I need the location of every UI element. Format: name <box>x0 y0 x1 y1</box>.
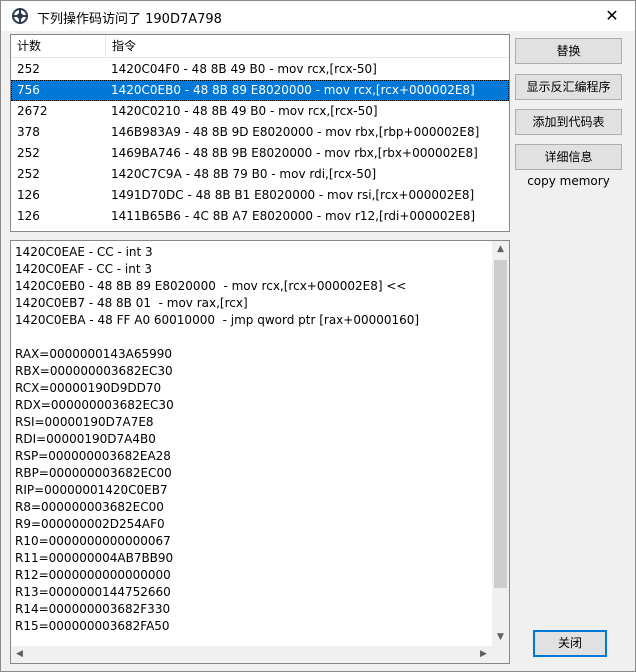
detail-line <box>15 329 419 346</box>
detail-line: R11=000000004AB7BB90 <box>15 551 174 565</box>
list-header: 计数 指令 <box>11 35 509 58</box>
app-icon <box>12 8 28 24</box>
detail-line: R14=000000003682F330 <box>15 602 171 616</box>
scroll-left-icon[interactable]: ◀ <box>11 646 28 663</box>
close-icon[interactable]: ✕ <box>589 1 635 31</box>
detail-line: RAX=0000000143A65990 <box>15 347 173 361</box>
title-bar: 下列操作码访问了 190D7A798 ✕ <box>1 1 635 31</box>
row-instruction: 1420C0EB0 - 48 8B 89 E8020000 - mov rcx,… <box>111 83 475 97</box>
row-count: 126 <box>17 188 40 202</box>
show-disassembler-button[interactable]: 显示反汇编程序 <box>515 74 622 100</box>
detail-line: 1420C0EB0 - 48 8B 89 E8020000 - mov rcx,… <box>15 279 407 293</box>
row-instruction: 1469BA746 - 48 8B 9B E8020000 - mov rbx,… <box>111 146 478 160</box>
row-count: 252 <box>17 62 40 76</box>
detail-line: RSP=000000003682EA28 <box>15 449 171 463</box>
close-button[interactable]: 关闭 <box>533 630 607 657</box>
detail-line: RIP=00000001420C0EB7 <box>15 483 168 497</box>
row-count: 126 <box>17 209 40 223</box>
row-instruction: 146B983A9 - 48 8B 9D E8020000 - mov rbx,… <box>111 125 480 139</box>
detail-line: R10=0000000000000067 <box>15 534 171 548</box>
row-count: 756 <box>17 83 40 97</box>
row-count: 252 <box>17 146 40 160</box>
detail-line: RBX=000000003682EC30 <box>15 364 173 378</box>
row-count: 252 <box>17 167 40 181</box>
scroll-thumb[interactable] <box>494 260 507 588</box>
scrollbar-corner <box>492 646 509 663</box>
scroll-right-icon[interactable]: ▶ <box>475 646 492 663</box>
detail-line: R9=000000002D254AF0 <box>15 517 165 531</box>
list-row[interactable]: 252 1420C7C9A - 48 8B 79 B0 - mov rdi,[rc… <box>11 164 509 185</box>
list-row[interactable]: 378 146B983A9 - 48 8B 9D E8020000 - mov r… <box>11 122 509 143</box>
detail-line: R12=0000000000000000 <box>15 568 171 582</box>
opcode-access-window: 下列操作码访问了 190D7A798 ✕ 计数 指令 252 1420C04F0 … <box>0 0 636 672</box>
details-text-area[interactable]: 1420C0EAE - CC - int 3 1420C0EAF - CC - i… <box>10 240 510 664</box>
copy-memory-label[interactable]: copy memory <box>515 174 622 188</box>
row-instruction: 1420C7C9A - 48 8B 79 B0 - mov rdi,[rcx-5… <box>111 167 377 181</box>
detail-line: 1420C0EB7 - 48 8B 01 - mov rax,[rcx] <box>15 296 248 310</box>
detail-line: RSI=00000190D7A7E8 <box>15 415 154 429</box>
column-header-instruction[interactable]: 指令 <box>106 35 502 57</box>
list-row[interactable]: 2672 1420C0210 - 48 8B 49 B0 - mov rcx,[r… <box>11 101 509 122</box>
detail-line: R15=000000003682FA50 <box>15 619 170 633</box>
detail-line: R13=0000000144752660 <box>15 585 171 599</box>
scroll-down-icon[interactable]: ▼ <box>492 629 509 646</box>
detail-line: R8=000000003682EC00 <box>15 500 164 514</box>
list-row[interactable]: 756 1420C0EB0 - 48 8B 89 E8020000 - mov r… <box>11 80 509 101</box>
window-title: 下列操作码访问了 190D7A798 <box>37 12 222 27</box>
vertical-scrollbar[interactable]: ▲ ▼ <box>492 241 509 646</box>
more-info-button[interactable]: 详细信息 <box>515 144 622 170</box>
splitter-handle[interactable] <box>251 233 273 244</box>
row-instruction: 1491D70DC - 48 8B B1 E8020000 - mov rsi,… <box>111 188 475 202</box>
list-row[interactable]: 252 1469BA746 - 48 8B 9B E8020000 - mov r… <box>11 143 509 164</box>
replace-button[interactable]: 替换 <box>515 38 622 64</box>
list-row[interactable]: 252 1420C04F0 - 48 8B 49 B0 - mov rcx,[rc… <box>11 59 509 80</box>
instruction-list[interactable]: 计数 指令 252 1420C04F0 - 48 8B 49 B0 - mov r… <box>10 34 510 232</box>
row-instruction: 1420C0210 - 48 8B 49 B0 - mov rcx,[rcx-5… <box>111 104 378 118</box>
list-row[interactable]: 126 1411B65B6 - 4C 8B A7 E8020000 - mov r… <box>11 206 509 227</box>
add-to-codelist-button[interactable]: 添加到代码表 <box>515 109 622 135</box>
detail-line: RCX=00000190D9DD70 <box>15 381 162 395</box>
row-count: 378 <box>17 125 40 139</box>
row-instruction: 1420C04F0 - 48 8B 49 B0 - mov rcx,[rcx-5… <box>111 62 377 76</box>
detail-line: RDX=000000003682EC30 <box>15 398 174 412</box>
column-header-count[interactable]: 计数 <box>11 35 106 57</box>
detail-line: 1420C0EBA - 48 FF A0 60010000 - jmp qwor… <box>15 313 420 327</box>
detail-line: 1420C0EAE - CC - int 3 <box>15 245 153 259</box>
detail-line: RBP=000000003682EC00 <box>15 466 172 480</box>
detail-line: 1420C0EAF - CC - int 3 <box>15 262 153 276</box>
row-instruction: 1411B65B6 - 4C 8B A7 E8020000 - mov r12,… <box>111 209 476 223</box>
horizontal-scrollbar[interactable]: ◀ ▶ <box>11 646 492 663</box>
detail-line: RDI=00000190D7A4B0 <box>15 432 156 446</box>
scroll-up-icon[interactable]: ▲ <box>492 241 509 258</box>
list-row[interactable]: 126 1491D70DC - 48 8B B1 E8020000 - mov r… <box>11 185 509 206</box>
details-text: 1420C0EAE - CC - int 3 1420C0EAF - CC - i… <box>15 244 419 635</box>
row-count: 2672 <box>17 104 48 118</box>
